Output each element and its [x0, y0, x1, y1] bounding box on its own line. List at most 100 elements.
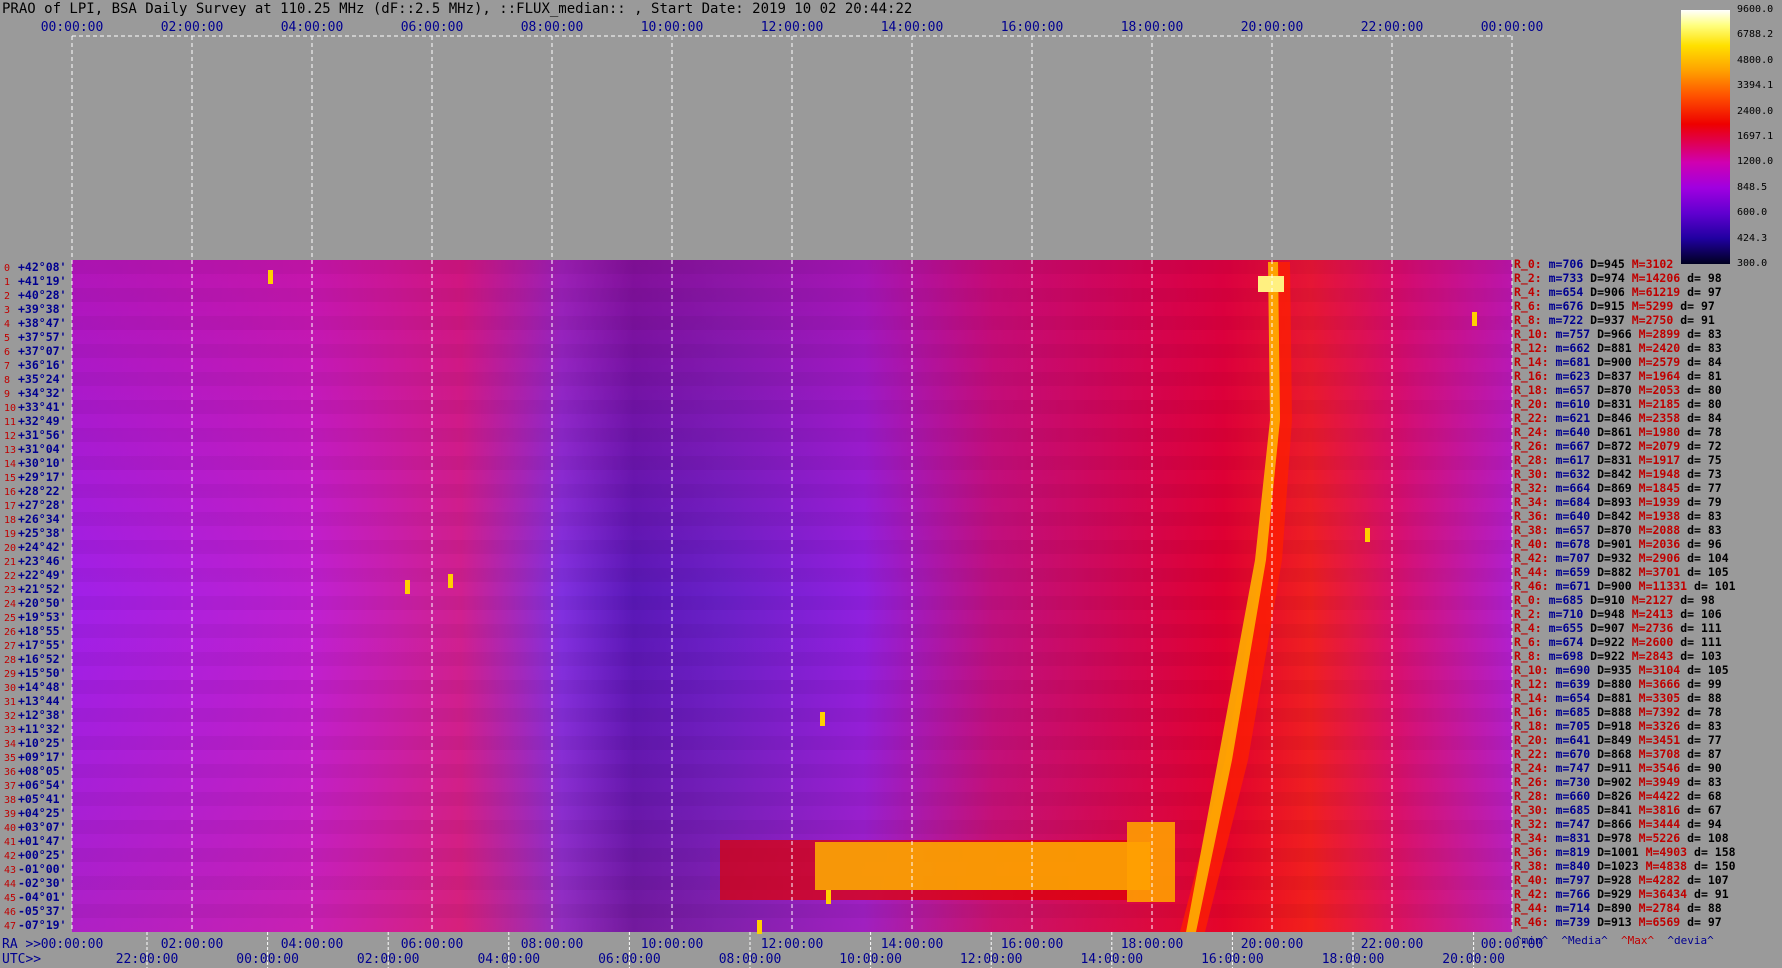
declination-label: +22°49': [18, 568, 66, 582]
colorbar-tick: 4800.0: [1737, 54, 1774, 66]
bright-source: [1258, 276, 1284, 292]
row-index: 19: [4, 529, 16, 540]
colorbar-tick: 424.3: [1737, 232, 1768, 244]
ra-axis-label: RA >>: [2, 937, 41, 952]
utc-axis-tick: 08:00:00: [719, 952, 782, 967]
row-index: 40: [4, 823, 16, 834]
hot-spot: [1472, 312, 1477, 326]
stats-row: R_12: m=662 D=881 M=2420 d= 83: [1514, 341, 1722, 355]
stats-row: R_10: m=690 D=935 M=3104 d= 105: [1514, 663, 1729, 677]
top-axis-tick: 08:00:00: [521, 20, 584, 35]
stats-row: R_22: m=670 D=868 M=3708 d= 87: [1514, 747, 1722, 761]
stats-row: R_16: m=685 D=888 M=7392 d= 78: [1514, 705, 1722, 719]
ra-axis-tick: 22:00:00: [1361, 937, 1424, 952]
stats-row: R_28: m=617 D=831 M=1917 d= 75: [1514, 453, 1722, 467]
utc-axis-label: UTC>>: [2, 952, 41, 967]
top-axis-tick: 12:00:00: [761, 20, 824, 35]
stats-row: R_18: m=705 D=918 M=3326 d= 83: [1514, 719, 1722, 733]
stats-row: R_6: m=676 D=915 M=5299 d= 97: [1514, 299, 1715, 313]
row-index: 31: [4, 697, 16, 708]
row-index: 43: [4, 865, 16, 876]
declination-label: +11°32': [18, 722, 66, 736]
legend-entry: ^Media^: [1548, 934, 1608, 947]
declination-label: +03°07': [18, 820, 66, 834]
stats-row: R_46: m=671 D=900 M=11331 d= 101: [1514, 579, 1736, 593]
declination-label: +39°38': [18, 302, 66, 316]
declination-label: -01°00': [18, 862, 66, 876]
declination-label: +08°05': [18, 764, 66, 778]
utc-axis-tick: 22:00:00: [116, 952, 179, 967]
colorbar-tick: 2400.0: [1737, 105, 1774, 117]
top-axis-tick: 20:00:00: [1241, 20, 1304, 35]
declination-label: +29°17': [18, 470, 66, 484]
top-axis-tick: 06:00:00: [401, 20, 464, 35]
stats-row: R_26: m=667 D=872 M=2079 d= 72: [1514, 439, 1722, 453]
declination-label: +34°32': [18, 386, 66, 400]
stats-row: R_36: m=819 D=1001 M=4903 d= 158: [1514, 845, 1736, 859]
stats-row: R_20: m=641 D=849 M=3451 d= 77: [1514, 733, 1722, 747]
ra-axis-tick: 16:00:00: [1001, 937, 1064, 952]
row-index: 13: [4, 445, 16, 456]
declination-label: +21°52': [18, 582, 66, 596]
stats-row: R_38: m=657 D=870 M=2088 d= 83: [1514, 523, 1722, 537]
top-axis-tick: 04:00:00: [281, 20, 344, 35]
row-index: 16: [4, 487, 16, 498]
row-index: 28: [4, 655, 16, 666]
stats-row: R_12: m=639 D=880 M=3666 d= 99: [1514, 677, 1722, 691]
row-index: 11: [4, 417, 16, 428]
row-index: 17: [4, 501, 16, 512]
stats-row: R_16: m=623 D=837 M=1964 d= 81: [1514, 369, 1722, 383]
utc-axis-tick: 12:00:00: [960, 952, 1023, 967]
declination-label: +42°08': [18, 260, 66, 274]
row-index: 32: [4, 711, 16, 722]
row-index: 47: [4, 921, 16, 932]
row-index: 30: [4, 683, 16, 694]
stats-row: R_14: m=654 D=881 M=3305 d= 88: [1514, 691, 1722, 705]
top-axis-tick: 18:00:00: [1121, 20, 1184, 35]
stats-row: R_42: m=766 D=929 M=36434 d= 91: [1514, 887, 1729, 901]
colorbar-tick: 9600.0: [1737, 4, 1774, 15]
row-index: 7: [4, 361, 10, 372]
row-index: 0: [4, 263, 10, 274]
stats-row: R_30: m=685 D=841 M=3816 d= 67: [1514, 803, 1722, 817]
ra-axis-tick: 10:00:00: [641, 937, 704, 952]
row-index: 34: [4, 739, 16, 750]
declination-label: +36°16': [18, 358, 66, 372]
row-index: 1: [4, 277, 10, 288]
declination-label: +30°10': [18, 456, 66, 470]
declination-label: +28°22': [18, 484, 66, 498]
declination-label: +38°47': [18, 316, 66, 330]
colorbar-tick: 600.0: [1737, 207, 1768, 219]
row-index: 27: [4, 641, 16, 652]
declination-label: +17°55': [18, 638, 66, 652]
row-index: 41: [4, 837, 16, 848]
declination-label: +18°55': [18, 624, 66, 638]
stats-row: R_20: m=610 D=831 M=2185 d= 80: [1514, 397, 1722, 411]
stats-row: R_36: m=640 D=842 M=1938 d= 83: [1514, 509, 1722, 523]
stats-row: R_2: m=710 D=948 M=2413 d= 106: [1514, 607, 1722, 621]
stats-legend: ^min^ ^Media^ ^Max^ ^devia^: [1515, 934, 1714, 947]
declination-label: +10°25': [18, 736, 66, 750]
row-index: 36: [4, 767, 16, 778]
ra-axis-tick: 00:00:00: [41, 937, 104, 952]
hot-spot: [405, 580, 410, 594]
row-index: 37: [4, 781, 16, 792]
declination-label: +06°54': [18, 778, 66, 792]
stats-row: R_40: m=678 D=901 M=2036 d= 96: [1514, 537, 1722, 551]
colorbar-tick: 1200.0: [1737, 156, 1774, 168]
utc-axis-tick: 14:00:00: [1080, 952, 1143, 967]
stats-row: R_42: m=707 D=932 M=2906 d= 104: [1514, 551, 1729, 565]
row-index: 12: [4, 431, 16, 442]
utc-axis-tick: 16:00:00: [1201, 952, 1264, 967]
declination-label: +24°42': [18, 540, 66, 554]
hot-spot: [820, 712, 825, 726]
declination-label: +09°17': [18, 750, 66, 764]
declination-label: +20°50': [18, 596, 66, 610]
top-axis-tick: 14:00:00: [881, 20, 944, 35]
row-index: 22: [4, 571, 16, 582]
declination-label: +12°38': [18, 708, 66, 722]
row-index: 39: [4, 809, 16, 820]
utc-axis-tick: 02:00:00: [357, 952, 420, 967]
row-index: 23: [4, 585, 16, 596]
colorbar-tick: 6788.2: [1737, 29, 1774, 41]
